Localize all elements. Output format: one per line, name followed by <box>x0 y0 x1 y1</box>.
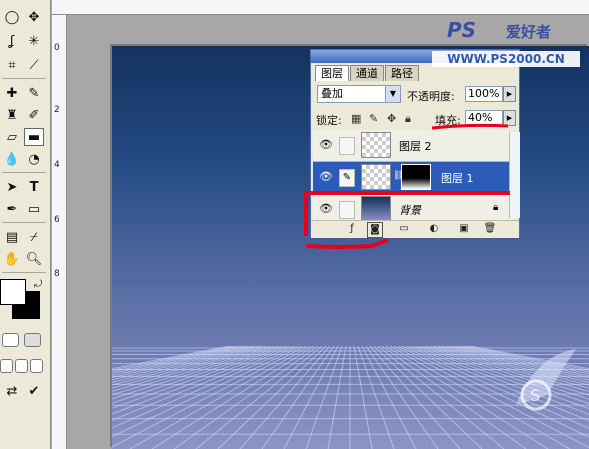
fill-underline-annotation <box>431 123 509 130</box>
site-logo: S <box>516 349 576 411</box>
mask-button-annotation <box>305 238 389 249</box>
svg-text:S: S <box>530 386 540 405</box>
layer-highlight-annotation <box>304 191 510 236</box>
annotation-overlay <box>304 123 510 249</box>
